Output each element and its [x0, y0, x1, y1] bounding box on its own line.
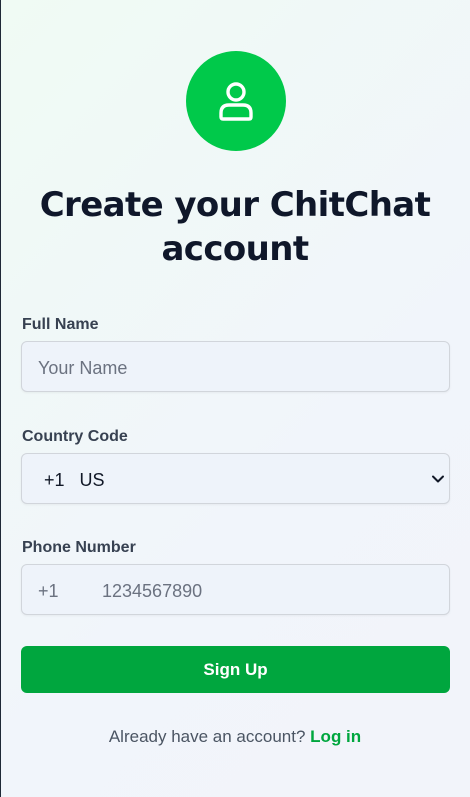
- phone-number-label: Phone Number: [22, 539, 136, 556]
- phone-prefix: +1: [38, 581, 59, 601]
- sign-up-button[interactable]: Sign Up: [21, 646, 450, 693]
- country-code-select[interactable]: +1 US: [21, 453, 450, 504]
- phone-number-input[interactable]: +1 1234567890: [21, 564, 450, 615]
- login-prompt-text: Already have an account?: [108, 727, 306, 746]
- phone-number-placeholder: 1234567890: [102, 581, 203, 601]
- avatar: [186, 51, 286, 151]
- user-icon: [218, 81, 254, 121]
- login-prompt: Already have an account? Log in: [0, 726, 470, 748]
- window-edge: [0, 0, 1, 797]
- country-code-value: +1 US: [44, 470, 105, 490]
- chevron-down-icon: [431, 472, 445, 486]
- full-name-placeholder: Your Name: [38, 358, 128, 378]
- country-code-label: Country Code: [22, 428, 128, 445]
- log-in-link[interactable]: Log in: [310, 727, 361, 746]
- page-title: Create your ChitChat account: [39, 185, 431, 269]
- full-name-label: Full Name: [22, 316, 99, 333]
- full-name-input[interactable]: Your Name: [21, 341, 450, 392]
